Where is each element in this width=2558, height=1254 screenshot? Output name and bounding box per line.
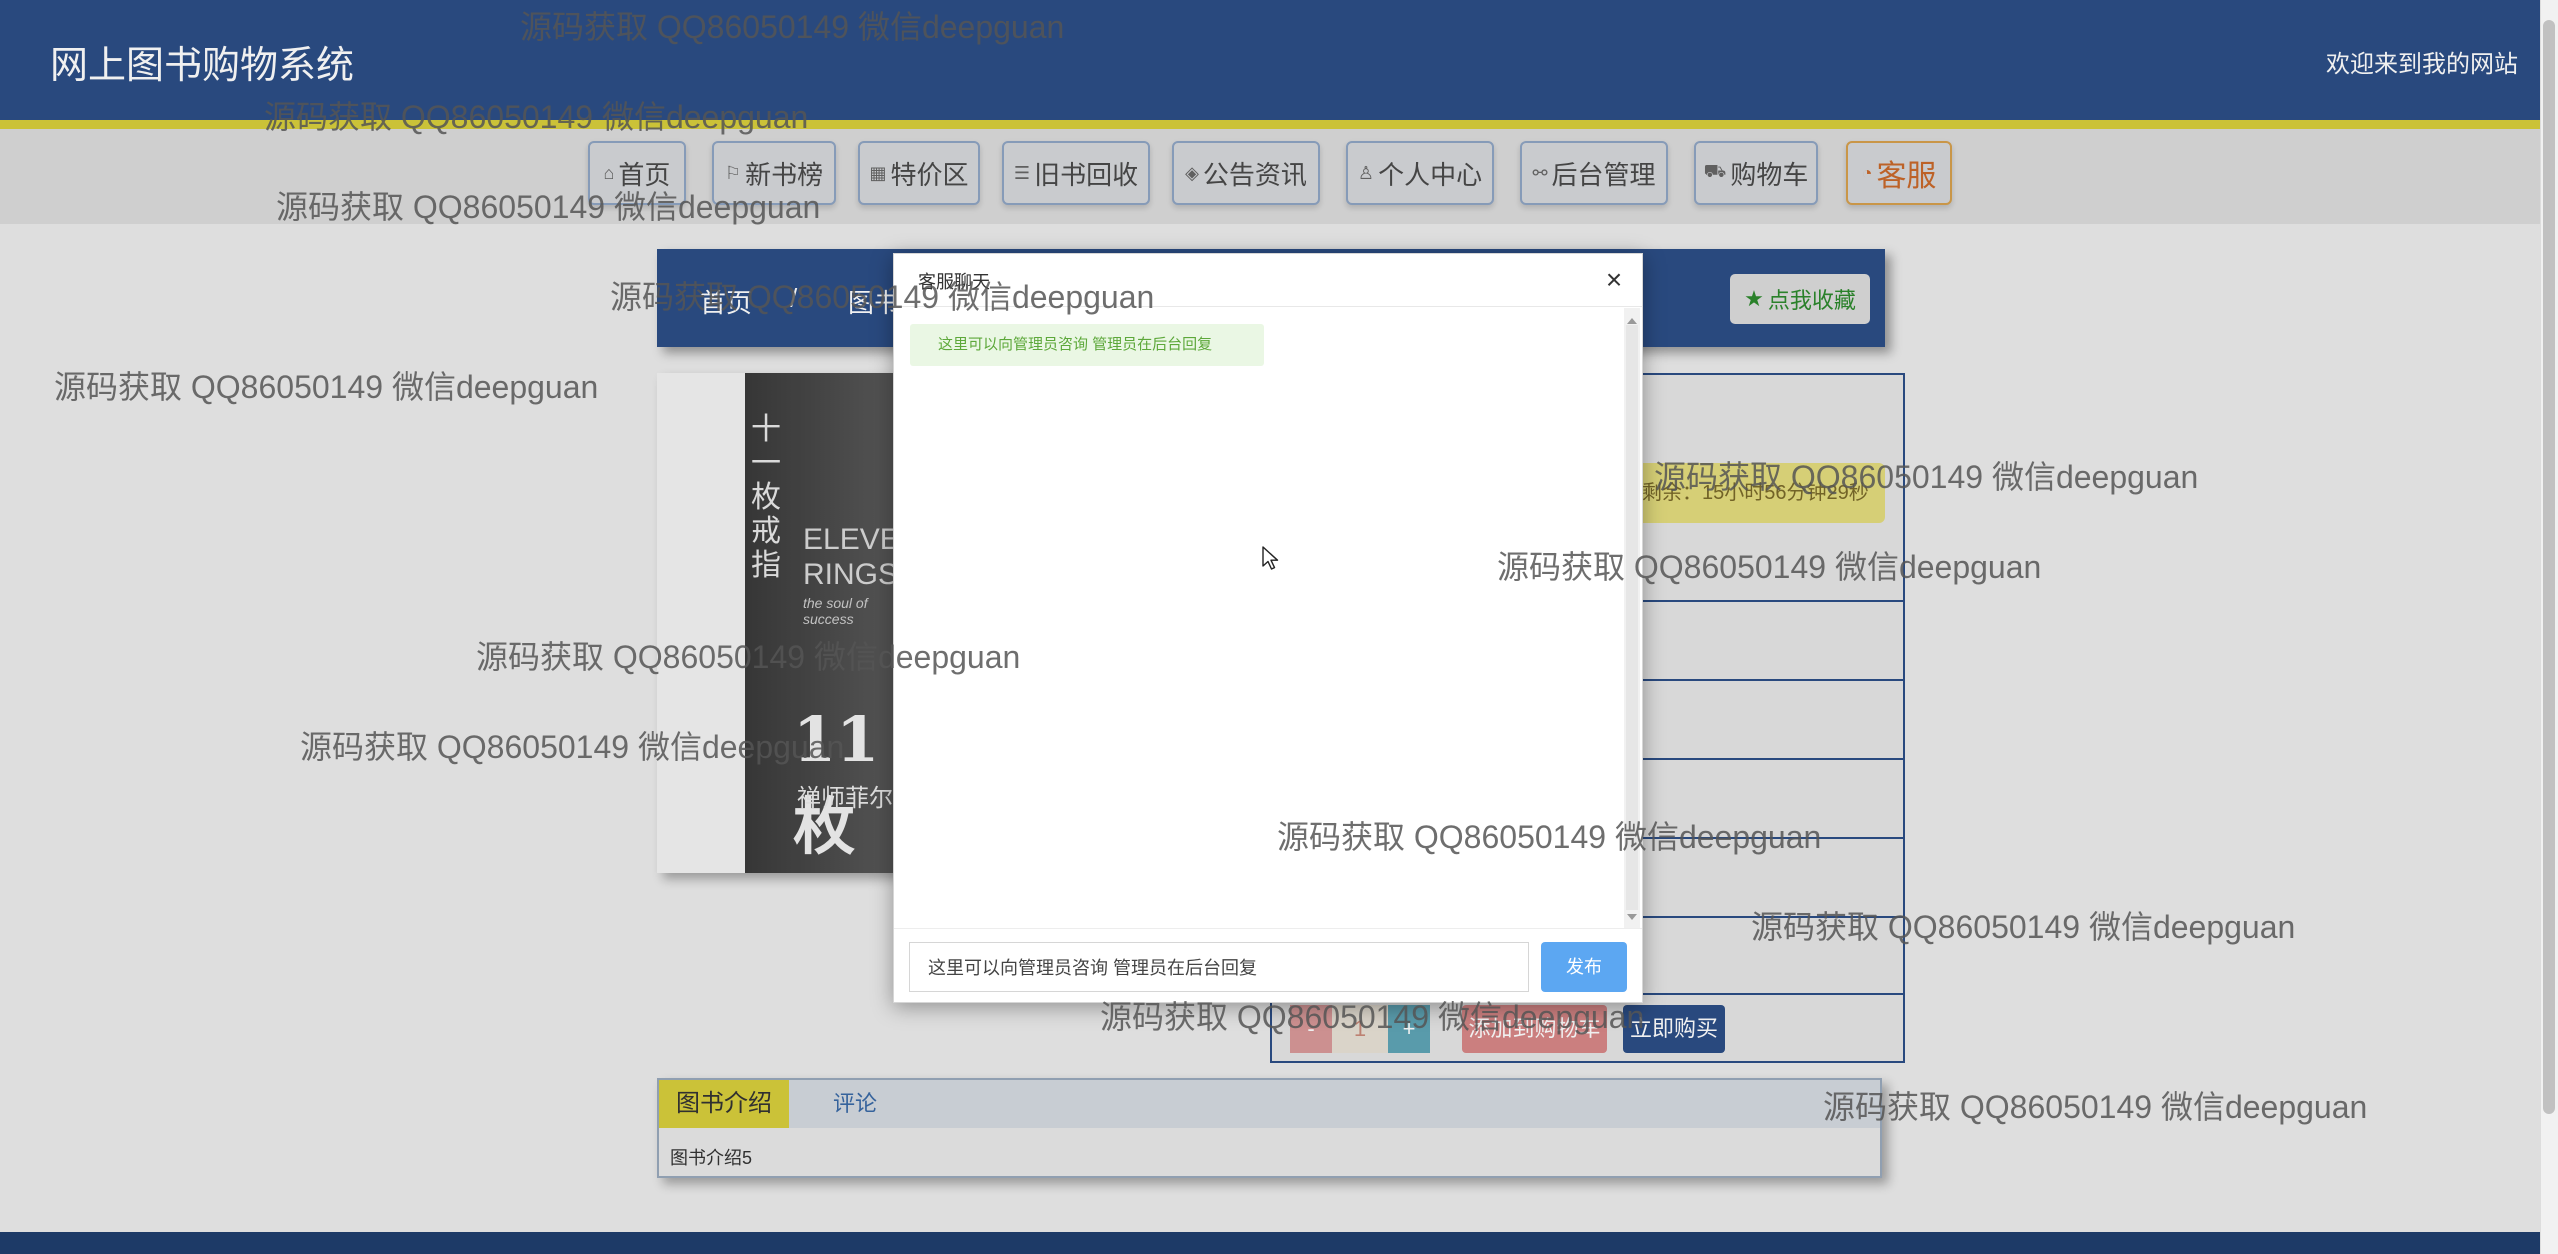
close-icon[interactable]: × (1600, 266, 1628, 296)
watermark: 源码获取 QQ86050149 微信deepguan (1100, 999, 1645, 1035)
send-button[interactable]: 发布 (1541, 942, 1627, 992)
chat-message: 这里可以向管理员咨询 管理员在后台回复 (910, 324, 1264, 366)
watermark: 源码获取 QQ86050149 微信deepguan (1497, 549, 2042, 585)
mouse-cursor-icon (1262, 546, 1279, 570)
watermark: 源码获取 QQ86050149 微信deepguan (476, 639, 1021, 675)
watermark: 源码获取 QQ86050149 微信deepguan (520, 9, 1065, 45)
watermark: 源码获取 QQ86050149 微信deepguan (54, 369, 599, 405)
watermark: 源码获取 QQ86050149 微信deepguan (1277, 819, 1822, 855)
watermark: 源码获取 QQ86050149 微信deepguan (1823, 1089, 2368, 1125)
chat-input[interactable] (909, 942, 1529, 992)
watermark: 源码获取 QQ86050149 微信deepguan (610, 279, 1155, 315)
scroll-down-arrow-icon[interactable] (1627, 914, 1637, 920)
watermark: 源码获取 QQ86050149 微信deepguan (276, 189, 821, 225)
watermark: 源码获取 QQ86050149 微信deepguan (264, 99, 809, 135)
watermark: 源码获取 QQ86050149 微信deepguan (300, 729, 845, 765)
watermark: 源码获取 QQ86050149 微信deepguan (1751, 909, 2296, 945)
dialog-input-divider (894, 928, 1642, 929)
page-scrollbar-thumb[interactable] (2543, 20, 2555, 1114)
scroll-up-arrow-icon[interactable] (1627, 318, 1637, 324)
watermark: 源码获取 QQ86050149 微信deepguan (1654, 459, 2199, 495)
